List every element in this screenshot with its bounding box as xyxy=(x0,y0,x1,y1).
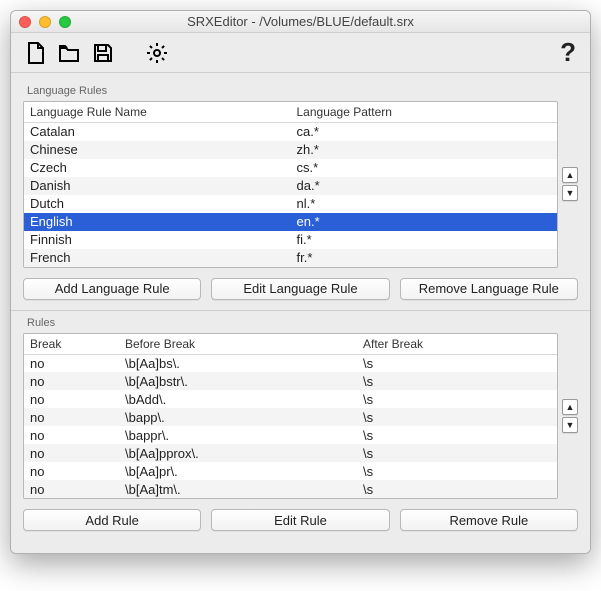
cell-name: Chinese xyxy=(24,141,291,159)
col-header-pattern[interactable]: Language Pattern xyxy=(291,102,558,123)
close-icon[interactable] xyxy=(19,16,31,28)
cell-break: no xyxy=(24,426,119,444)
cell-name: Catalan xyxy=(24,123,291,141)
cell-after: \s xyxy=(357,408,557,426)
cell-pattern: fr.* xyxy=(291,249,558,267)
remove-rule-button[interactable]: Remove Rule xyxy=(400,509,578,531)
cell-before: \b[Aa]tm\. xyxy=(119,480,357,498)
window-controls xyxy=(19,16,71,28)
cell-before: \bappr\. xyxy=(119,426,357,444)
save-icon xyxy=(91,41,115,65)
table-row[interactable]: no\bappr\.\s xyxy=(24,426,557,444)
table-row[interactable]: no\bAdd\.\s xyxy=(24,390,557,408)
cell-before: \b[Aa]bs\. xyxy=(119,354,357,372)
cell-name: Czech xyxy=(24,159,291,177)
table-row[interactable]: Englishen.* xyxy=(24,213,557,231)
cell-after: \s xyxy=(357,372,557,390)
cell-before: \b[Aa]pr\. xyxy=(119,462,357,480)
cell-break: no xyxy=(24,408,119,426)
table-row[interactable]: no\b[Aa]bs\.\s xyxy=(24,354,557,372)
table-row[interactable]: Finnishfi.* xyxy=(24,231,557,249)
new-file-button[interactable] xyxy=(21,39,49,67)
cell-pattern: da.* xyxy=(291,177,558,195)
cell-break: no xyxy=(24,390,119,408)
cell-break: no xyxy=(24,354,119,372)
cell-pattern: zh.* xyxy=(291,141,558,159)
remove-language-rule-button[interactable]: Remove Language Rule xyxy=(400,278,578,300)
rules-scroll-arrows: ▲ ▼ xyxy=(562,333,578,500)
cell-break: no xyxy=(24,480,119,498)
table-row[interactable]: Czechcs.* xyxy=(24,159,557,177)
cell-pattern: fi.* xyxy=(291,231,558,249)
add-language-rule-button[interactable]: Add Language Rule xyxy=(23,278,201,300)
content-area: Language Rules Language Rule Name Langua… xyxy=(11,73,590,553)
gear-icon xyxy=(145,41,169,65)
col-header-after[interactable]: After Break xyxy=(357,334,557,355)
table-row[interactable]: no\b[Aa]bstr\.\s xyxy=(24,372,557,390)
col-header-name[interactable]: Language Rule Name xyxy=(24,102,291,123)
cell-break: no xyxy=(24,444,119,462)
cell-before: \b[Aa]pprox\. xyxy=(119,444,357,462)
zoom-icon[interactable] xyxy=(59,16,71,28)
cell-name: French xyxy=(24,249,291,267)
add-rule-button[interactable]: Add Rule xyxy=(23,509,201,531)
language-rules-table[interactable]: Language Rule Name Language Pattern Cata… xyxy=(23,101,558,268)
rules-table[interactable]: Break Before Break After Break no\b[Aa]b… xyxy=(23,333,558,500)
cell-break: no xyxy=(24,462,119,480)
toolbar: ? xyxy=(11,33,590,73)
help-button[interactable]: ? xyxy=(556,37,580,68)
rule-move-down-button[interactable]: ▼ xyxy=(562,417,578,433)
table-row[interactable]: Danishda.* xyxy=(24,177,557,195)
cell-pattern: nl.* xyxy=(291,195,558,213)
table-row[interactable]: Frenchfr.* xyxy=(24,249,557,267)
rules-label: Rules xyxy=(27,317,578,329)
table-row[interactable]: Chinesezh.* xyxy=(24,141,557,159)
cell-pattern: ca.* xyxy=(291,123,558,141)
cell-before: \bapp\. xyxy=(119,408,357,426)
titlebar: SRXEditor - /Volumes/BLUE/default.srx xyxy=(11,11,590,33)
cell-after: \s xyxy=(357,480,557,498)
window-title: SRXEditor - /Volumes/BLUE/default.srx xyxy=(11,14,590,29)
cell-break: no xyxy=(24,372,119,390)
table-row[interactable]: no\b[Aa]pprox\.\s xyxy=(24,444,557,462)
table-row[interactable]: Dutchnl.* xyxy=(24,195,557,213)
cell-after: \s xyxy=(357,444,557,462)
table-row[interactable]: Catalanca.* xyxy=(24,123,557,141)
move-up-button[interactable]: ▲ xyxy=(562,167,578,183)
folder-open-icon xyxy=(57,41,81,65)
table-row[interactable]: no\b[Aa]pr\.\s xyxy=(24,462,557,480)
cell-after: \s xyxy=(357,390,557,408)
cell-after: \s xyxy=(357,462,557,480)
language-rules-group: Language Rules Language Rule Name Langua… xyxy=(23,85,578,300)
file-icon xyxy=(23,41,47,65)
cell-name: Danish xyxy=(24,177,291,195)
edit-rule-button[interactable]: Edit Rule xyxy=(211,509,389,531)
open-file-button[interactable] xyxy=(55,39,83,67)
move-down-button[interactable]: ▼ xyxy=(562,185,578,201)
cell-name: English xyxy=(24,213,291,231)
minimize-icon[interactable] xyxy=(39,16,51,28)
app-window: SRXEditor - /Volumes/BLUE/default.srx ? … xyxy=(10,10,591,554)
rules-group: Rules Break Before Break After Break no\… xyxy=(23,317,578,532)
cell-after: \s xyxy=(357,426,557,444)
cell-pattern: cs.* xyxy=(291,159,558,177)
section-divider xyxy=(11,310,590,311)
settings-button[interactable] xyxy=(143,39,171,67)
table-row[interactable]: no\bapp\.\s xyxy=(24,408,557,426)
cell-before: \bAdd\. xyxy=(119,390,357,408)
table-row[interactable]: no\b[Aa]tm\.\s xyxy=(24,480,557,498)
cell-after: \s xyxy=(357,354,557,372)
col-header-break[interactable]: Break xyxy=(24,334,119,355)
language-rules-label: Language Rules xyxy=(27,85,578,97)
col-header-before[interactable]: Before Break xyxy=(119,334,357,355)
language-scroll-arrows: ▲ ▼ xyxy=(562,101,578,268)
edit-language-rule-button[interactable]: Edit Language Rule xyxy=(211,278,389,300)
save-file-button[interactable] xyxy=(89,39,117,67)
cell-before: \b[Aa]bstr\. xyxy=(119,372,357,390)
cell-name: Finnish xyxy=(24,231,291,249)
rule-move-up-button[interactable]: ▲ xyxy=(562,399,578,415)
cell-name: Dutch xyxy=(24,195,291,213)
cell-pattern: en.* xyxy=(291,213,558,231)
